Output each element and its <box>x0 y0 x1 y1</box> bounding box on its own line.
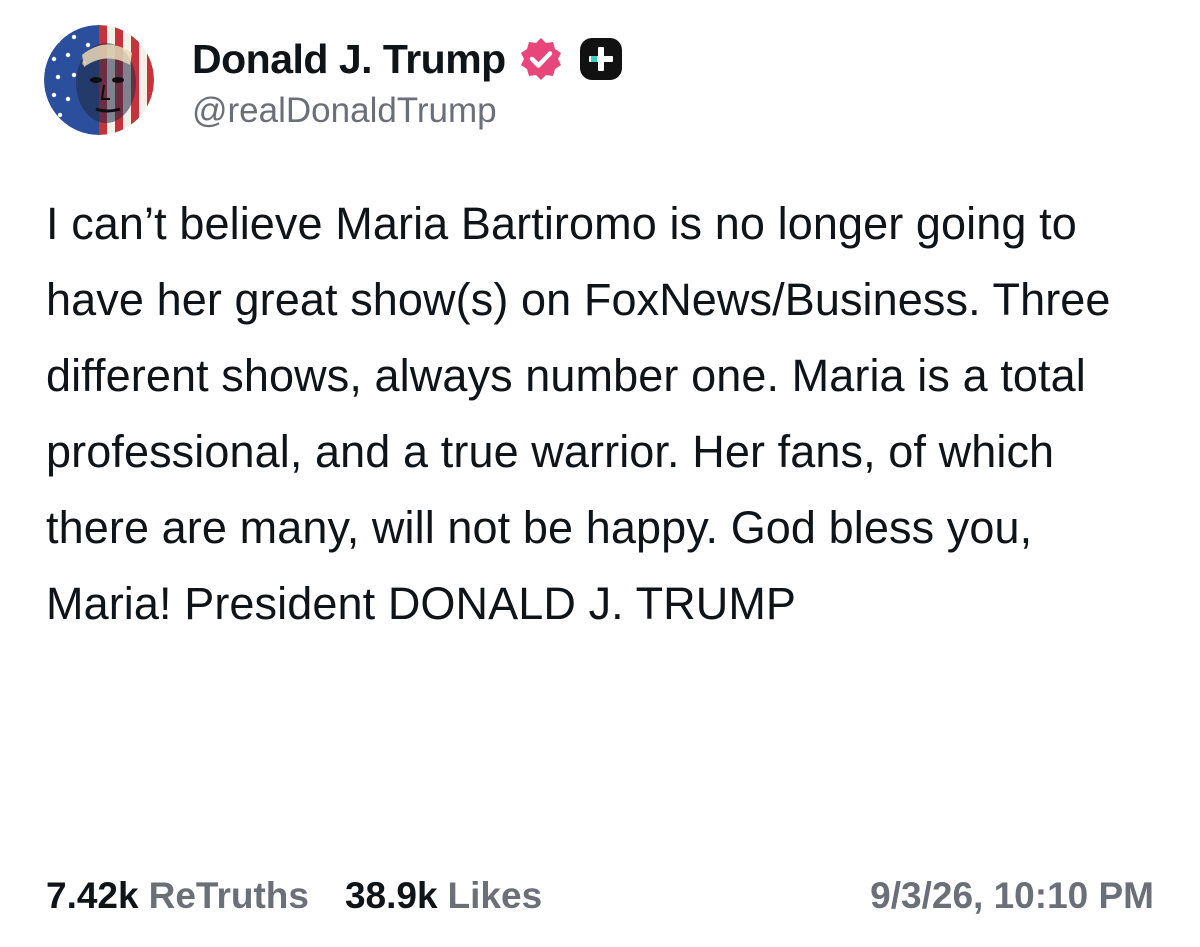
post-card: Donald J. Trump @realDonaldTrump I can’t… <box>0 0 1200 947</box>
retruths-label: ReTruths <box>148 875 309 916</box>
author-display-name[interactable]: Donald J. Trump <box>192 36 506 83</box>
post-footer: 7.42k ReTruths 38.9k Likes 9/3/26, 10:10… <box>46 868 1154 924</box>
retruths-count: 7.42k <box>46 875 139 916</box>
author-handle[interactable]: @realDonaldTrump <box>192 91 624 131</box>
likes-stat[interactable]: 38.9k Likes <box>345 875 542 917</box>
post-timestamp[interactable]: 9/3/26, 10:10 PM <box>870 875 1154 917</box>
verified-badge-icon <box>518 36 564 82</box>
avatar[interactable] <box>44 25 154 135</box>
post-header: Donald J. Trump @realDonaldTrump <box>44 20 624 140</box>
plus-badge-icon <box>578 36 624 82</box>
avatar-image <box>44 25 154 135</box>
author-name-row: Donald J. Trump <box>192 29 624 89</box>
likes-count: 38.9k <box>344 875 438 916</box>
post-text: I can’t believe Maria Bartiromo is no lo… <box>46 198 1111 629</box>
retruths-stat[interactable]: 7.42k ReTruths <box>46 875 309 917</box>
author-identity: Donald J. Trump @realDonaldTrump <box>192 29 624 131</box>
likes-label: Likes <box>447 875 543 916</box>
